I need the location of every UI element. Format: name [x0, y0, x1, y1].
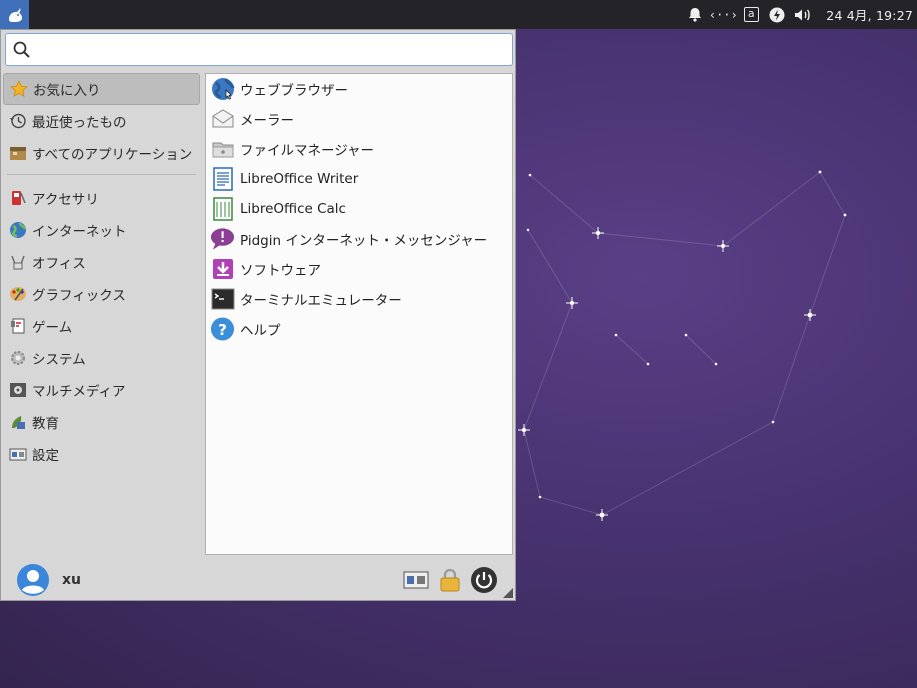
- settings-manager-icon: [403, 571, 429, 589]
- category-separator: [7, 174, 196, 175]
- games-icon: [9, 317, 27, 335]
- category-games[interactable]: ゲーム: [3, 310, 200, 342]
- username: xu: [62, 572, 81, 588]
- top-panel: ‹··› a 24 4月, 19:27: [0, 0, 917, 29]
- keyboard-layout-indicator[interactable]: a: [738, 0, 764, 29]
- xfce-mouse-icon: [8, 7, 22, 22]
- app-libreoffice-writer[interactable]: LibreOffice Writer: [206, 164, 512, 194]
- network-icon[interactable]: ‹··›: [708, 0, 738, 29]
- volume-icon[interactable]: [790, 0, 816, 29]
- system-gear-icon: [9, 349, 27, 367]
- all-apps-icon: [9, 144, 27, 162]
- search-box[interactable]: [5, 33, 513, 66]
- settings-icon: [9, 445, 27, 463]
- app-software[interactable]: ソフトウェア: [206, 254, 512, 284]
- office-icon: [9, 253, 27, 271]
- calc-icon: [210, 197, 235, 222]
- category-list: お気に入り 最近使ったもの すべてのアプリケーション アクセサリ インターネット…: [3, 73, 200, 470]
- power-off-icon: [471, 567, 497, 593]
- search-icon: [13, 41, 30, 58]
- software-icon: [210, 257, 235, 282]
- app-help[interactable]: ? ヘルプ: [206, 314, 512, 344]
- multimedia-icon: [9, 381, 27, 399]
- notification-bell-icon[interactable]: [682, 0, 708, 29]
- clock[interactable]: 24 4月, 19:27: [826, 5, 913, 24]
- app-libreoffice-calc[interactable]: LibreOffice Calc: [206, 194, 512, 224]
- settings-manager-button[interactable]: [401, 565, 431, 595]
- application-list: ウェブブラウザー メーラー ファイルマネージャー LibreOffice Wri…: [205, 73, 513, 555]
- menu-resize-grip[interactable]: [503, 588, 513, 598]
- lock-screen-button[interactable]: [435, 565, 465, 595]
- svg-text:?: ?: [218, 321, 227, 339]
- applications-menu-button[interactable]: [0, 0, 29, 29]
- category-internet[interactable]: インターネット: [3, 214, 200, 246]
- category-settings[interactable]: 設定: [3, 438, 200, 470]
- app-web-browser[interactable]: ウェブブラウザー: [206, 74, 512, 104]
- terminal-icon: [210, 287, 235, 312]
- menu-footer: xu: [1, 558, 515, 602]
- writer-icon: [210, 167, 235, 192]
- web-browser-icon: [210, 77, 235, 102]
- app-terminal[interactable]: ターミナルエミュレーター: [206, 284, 512, 314]
- mail-icon: [210, 107, 235, 132]
- app-file-manager[interactable]: ファイルマネージャー: [206, 134, 512, 164]
- lock-icon: [440, 568, 460, 592]
- app-pidgin[interactable]: Pidgin インターネット・メッセンジャー: [206, 224, 512, 254]
- category-education[interactable]: 教育: [3, 406, 200, 438]
- category-office[interactable]: オフィス: [3, 246, 200, 278]
- education-icon: [9, 413, 27, 431]
- accessories-icon: [9, 189, 27, 207]
- category-accessories[interactable]: アクセサリ: [3, 182, 200, 214]
- star-icon: [10, 80, 28, 98]
- pidgin-icon: [210, 227, 235, 252]
- power-icon[interactable]: [764, 0, 790, 29]
- globe-icon: [9, 221, 27, 239]
- palette-icon: [9, 285, 27, 303]
- help-icon: ?: [210, 317, 235, 342]
- category-favorites[interactable]: お気に入り: [3, 73, 200, 105]
- log-out-button[interactable]: [469, 565, 499, 595]
- folder-icon: [210, 137, 235, 162]
- category-all-applications[interactable]: すべてのアプリケーション: [3, 137, 200, 169]
- category-multimedia[interactable]: マルチメディア: [3, 374, 200, 406]
- history-icon: [9, 112, 27, 130]
- category-recent[interactable]: 最近使ったもの: [3, 105, 200, 137]
- category-graphics[interactable]: グラフィックス: [3, 278, 200, 310]
- app-mailer[interactable]: メーラー: [206, 104, 512, 134]
- search-input[interactable]: [38, 34, 512, 65]
- application-menu: お気に入り 最近使ったもの すべてのアプリケーション アクセサリ インターネット…: [0, 29, 516, 601]
- category-system[interactable]: システム: [3, 342, 200, 374]
- user-avatar-icon: [16, 563, 50, 597]
